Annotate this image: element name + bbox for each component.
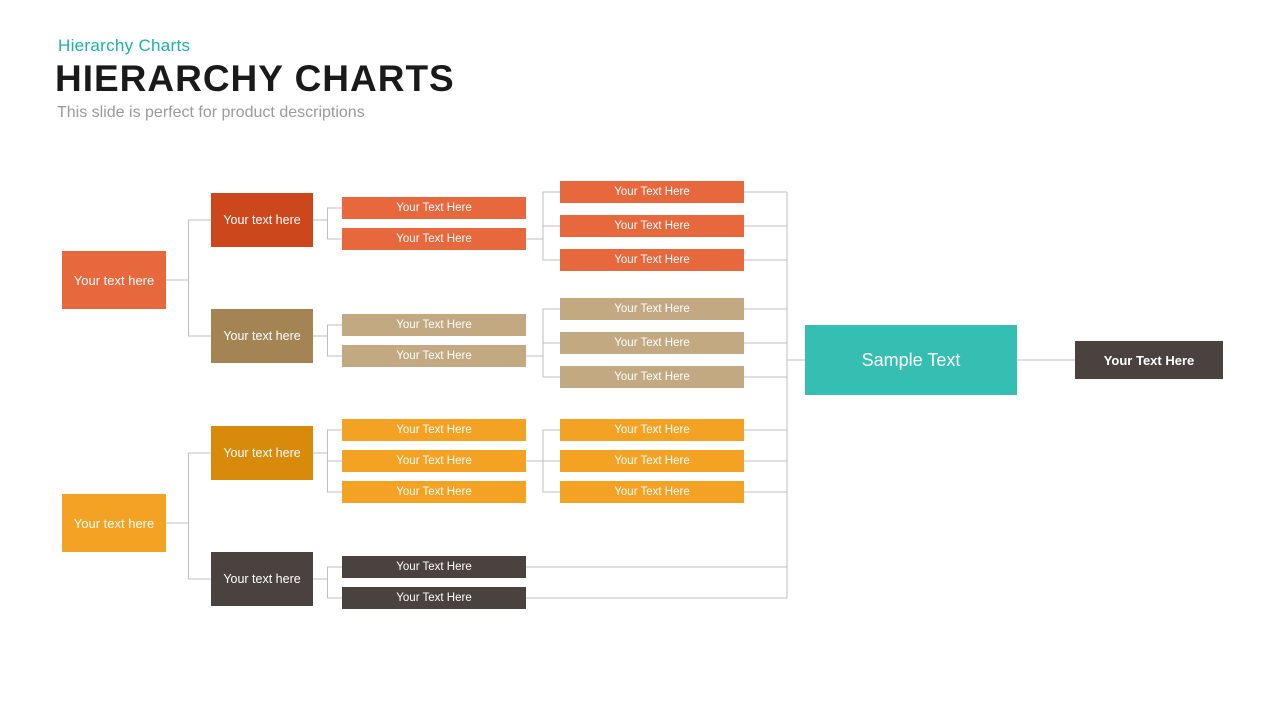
out-0-1-2: Your Text Here [560,366,744,388]
out-0-0-1: Your Text Here [560,215,744,237]
out-1-0-2: Your Text Here [560,481,744,503]
bar-1-0-1: Your Text Here [342,450,526,472]
out-0-0-2: Your Text Here [560,249,744,271]
final-node: Your Text Here [1075,341,1223,379]
root-0: Your text here [62,251,166,309]
branch-0-1: Your text here [211,309,313,363]
branch-1-0: Your text here [211,426,313,480]
bar-1-1-0: Your Text Here [342,556,526,578]
bar-0-0-0: Your Text Here [342,197,526,219]
root-1: Your text here [62,494,166,552]
sample-node: Sample Text [805,325,1017,395]
branch-1-1: Your text here [211,552,313,606]
bar-1-0-0: Your Text Here [342,419,526,441]
bar-0-1-1: Your Text Here [342,345,526,367]
slide-canvas: { "header": { "eyebrow": "Hierarchy Char… [0,0,1280,720]
out-0-1-0: Your Text Here [560,298,744,320]
branch-0-0: Your text here [211,193,313,247]
bar-0-0-1: Your Text Here [342,228,526,250]
out-0-0-0: Your Text Here [560,181,744,203]
out-0-1-1: Your Text Here [560,332,744,354]
out-1-0-1: Your Text Here [560,450,744,472]
out-1-0-0: Your Text Here [560,419,744,441]
bar-1-0-2: Your Text Here [342,481,526,503]
bar-1-1-1: Your Text Here [342,587,526,609]
bar-0-1-0: Your Text Here [342,314,526,336]
